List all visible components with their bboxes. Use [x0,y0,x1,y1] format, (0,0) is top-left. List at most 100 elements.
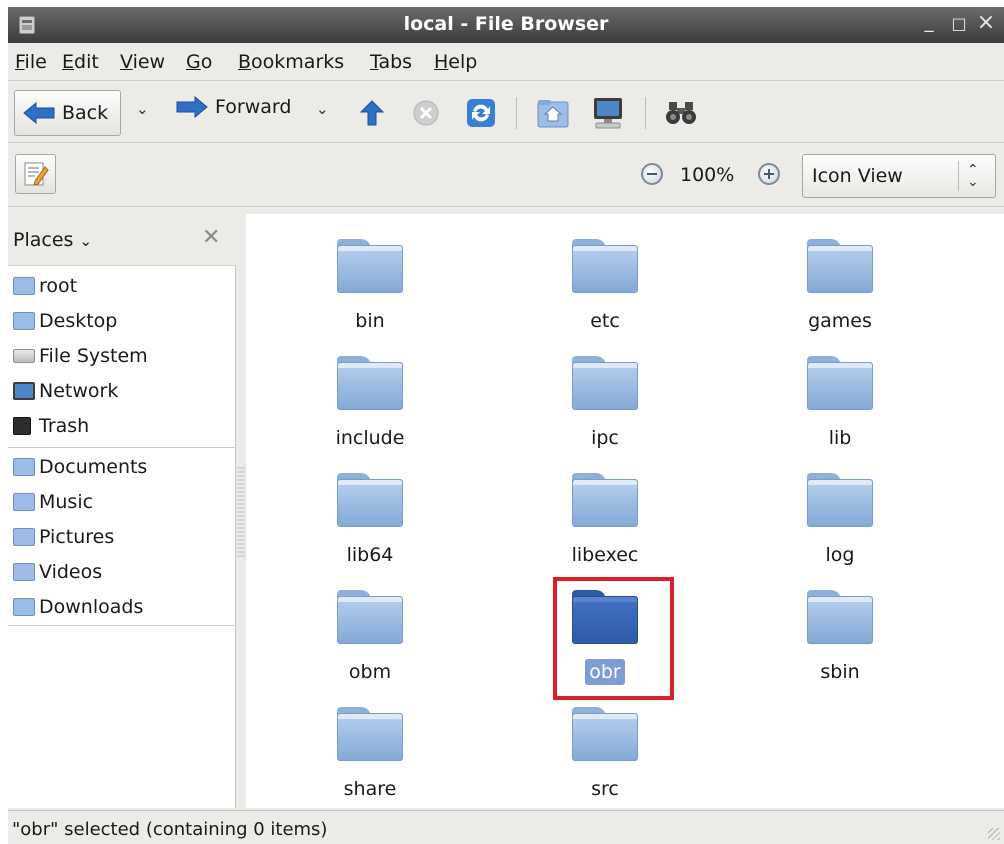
up-arrow-icon[interactable] [360,100,384,126]
folder-item[interactable]: obm [270,590,470,685]
menu-label: ile [24,51,47,73]
sidebar-item-videos[interactable]: Videos [13,558,102,586]
pictures-folder-icon [13,528,35,546]
menu-label: elp [448,51,478,73]
file-browser-window: local - File Browser _ □ × File Edit Vie… [8,7,1004,844]
view-mode-select[interactable]: Icon View ⌃ ⌄ [802,154,996,198]
folder-item[interactable]: ipc [505,356,705,451]
documents-folder-icon [13,458,35,476]
back-arrow-icon [23,102,55,124]
folder-icon [337,590,403,644]
folder-item[interactable]: lib [740,356,940,451]
forward-history-chevron-icon[interactable]: ⌄ [316,100,329,118]
sidebar-item-documents[interactable]: Documents [13,453,147,481]
menu-bar: File Edit View Go Bookmarks Tabs Help [8,43,1004,81]
menu-mnemonic: B [238,51,252,73]
maximize-button[interactable]: □ [949,14,969,33]
menu-label: dit [74,51,99,73]
folder-icon [337,239,403,293]
menu-view[interactable]: View [120,51,165,73]
computer-icon[interactable] [591,96,625,130]
folder-item[interactable]: log [740,473,940,568]
status-bar: "obr" selected (containing 0 items) [8,810,1004,844]
zoom-out-icon[interactable] [641,163,663,185]
folder-icon [807,590,873,644]
sidebar-item-trash[interactable]: Trash [13,412,89,440]
menu-label: ookmarks [251,51,345,73]
menu-mnemonic: F [15,51,25,73]
search-binoculars-icon[interactable] [665,100,697,126]
menu-help[interactable]: Help [434,51,477,73]
close-sidebar-icon[interactable]: ✕ [202,225,220,250]
home-folder-icon [13,277,35,295]
window-title: local - File Browser [403,13,609,35]
sidebar-item-label: Pictures [39,526,115,548]
sidebar-item-label: Music [39,491,94,513]
folder-icon [572,239,638,293]
folder-icon [337,473,403,527]
folder-item[interactable]: etc [505,239,705,334]
menu-edit[interactable]: Edit [62,51,99,73]
sidebar-item-music[interactable]: Music [13,488,93,516]
menu-mnemonic: V [120,51,133,73]
folder-item[interactable]: games [740,239,940,334]
sidebar-resize-handle[interactable] [237,467,245,557]
sidebar-separator [8,625,236,626]
toggle-location-button[interactable] [15,154,56,194]
folder-item[interactable]: lib64 [270,473,470,568]
menu-label: abs [378,51,413,73]
folder-icon [337,707,403,761]
folder-item[interactable]: libexec [505,473,705,568]
sidebar-item-root[interactable]: root [13,272,77,300]
toolbar: Back ⌄ Forward ⌄ [8,83,1004,143]
menu-label: iew [132,51,166,73]
folder-item[interactable]: bin [270,239,470,334]
sidebar-item-label: File System [39,345,148,367]
menu-tabs[interactable]: Tabs [370,51,412,73]
sidebar-item-pictures[interactable]: Pictures [13,523,114,551]
folder-item[interactable]: sbin [740,590,940,685]
zoom-in-icon[interactable] [758,163,780,185]
places-dropdown[interactable]: Places ⌄ [13,229,92,251]
sidebar-item-desktop[interactable]: Desktop [13,307,117,335]
sidebar-item-file-system[interactable]: File System [13,342,148,370]
home-folder-icon[interactable] [537,98,569,128]
back-label: Back [62,102,109,124]
sidebar-item-network[interactable]: Network [13,377,118,405]
icon-view[interactable]: bin etc games include ipc lib lib64 libe… [246,214,1004,808]
folder-icon [807,239,873,293]
back-history-chevron-icon[interactable]: ⌄ [136,100,149,118]
sidebar-item-downloads[interactable]: Downloads [13,593,143,621]
folder-name: sbin [820,661,860,683]
menu-file[interactable]: File [15,51,47,73]
toolbar-separator [516,97,517,129]
reload-icon[interactable] [466,98,496,128]
select-divider [958,161,959,191]
folder-item[interactable]: include [270,356,470,451]
folder-item[interactable]: share [270,707,470,802]
menu-bookmarks[interactable]: Bookmarks [238,51,344,73]
stop-icon[interactable] [413,100,439,126]
minimize-button[interactable]: _ [919,12,939,33]
menu-go[interactable]: Go [186,51,212,73]
music-folder-icon [13,493,35,511]
places-label: Places [13,229,74,251]
title-bar[interactable]: local - File Browser _ □ × [8,7,1004,43]
resize-grip-icon[interactable] [988,828,1000,840]
sidebar-item-label: Network [39,380,119,402]
folder-item[interactable]: src [505,707,705,802]
folder-name: libexec [571,544,639,566]
sidebar-item-label: Downloads [39,596,144,618]
red-highlight-box [553,577,674,700]
forward-button[interactable]: Forward [176,96,291,118]
folder-name: lib [828,427,852,449]
close-button[interactable]: × [976,10,996,35]
folder-name: include [335,427,405,449]
network-icon [13,382,35,400]
places-sidebar: Places ⌄ ✕ root Desktop File System Netw… [8,214,236,808]
desktop-folder-icon [13,312,35,330]
sidebar-item-label: Desktop [39,310,118,332]
folder-icon [337,356,403,410]
sidebar-item-label: Documents [39,456,148,478]
back-button[interactable]: Back [14,90,121,136]
